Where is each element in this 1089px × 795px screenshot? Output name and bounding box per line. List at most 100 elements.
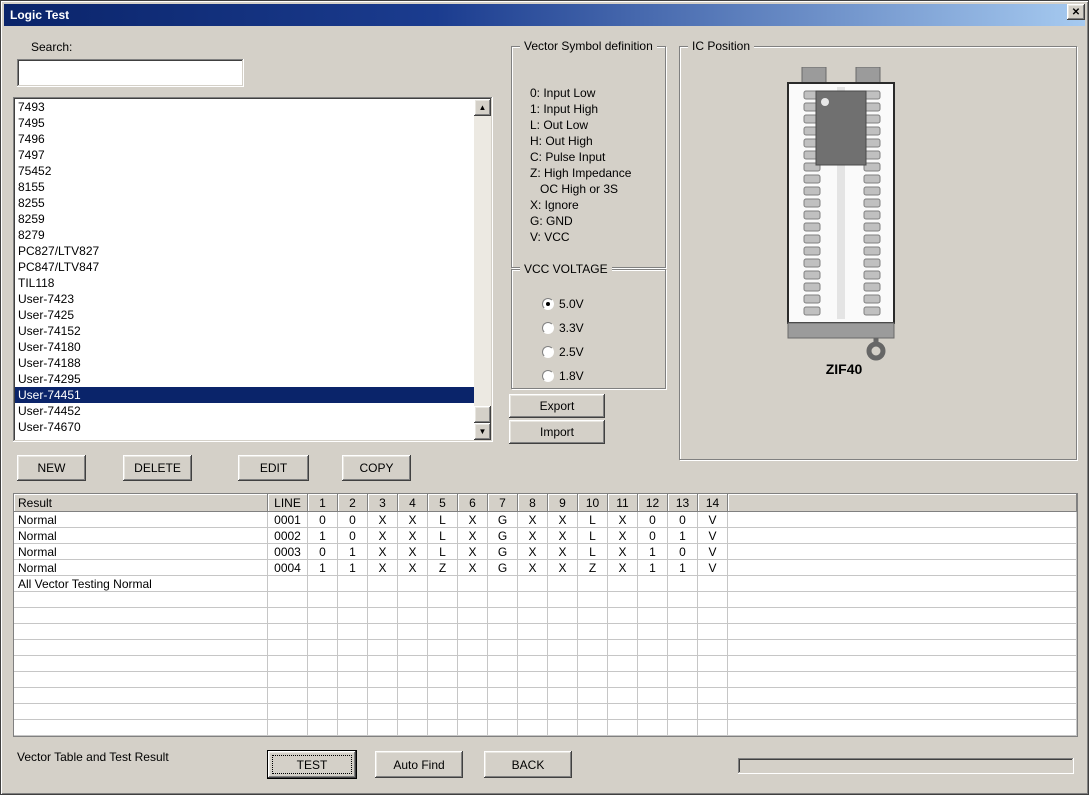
table-empty-row[interactable] [14, 672, 1077, 688]
vector-symbol-groupbox: Vector Symbol definition 0: Input Low1: … [511, 46, 666, 268]
scroll-down-button[interactable]: ▼ [474, 423, 491, 440]
table-header-cell[interactable]: 4 [398, 494, 428, 512]
table-header-cell[interactable]: 3 [368, 494, 398, 512]
table-cell: L [428, 528, 458, 544]
table-empty-row[interactable] [14, 720, 1077, 736]
table-header-cell[interactable]: Result [14, 494, 268, 512]
radio-icon[interactable] [542, 346, 554, 358]
list-item[interactable]: 8155 [15, 179, 474, 195]
table-header-cell[interactable]: LINE [268, 494, 308, 512]
table-header-cell[interactable]: 14 [698, 494, 728, 512]
table-header-cell[interactable]: 9 [548, 494, 578, 512]
table-cell [428, 688, 458, 704]
list-item[interactable]: PC847/LTV847 [15, 259, 474, 275]
table-cell [608, 656, 638, 672]
table-empty-row[interactable] [14, 640, 1077, 656]
list-item[interactable]: User-74152 [15, 323, 474, 339]
table-empty-row[interactable] [14, 656, 1077, 672]
radio-icon[interactable] [542, 370, 554, 382]
table-header-cell[interactable]: 1 [308, 494, 338, 512]
auto-find-button[interactable]: Auto Find [375, 751, 463, 778]
list-item[interactable]: User-74451 [15, 387, 474, 403]
list-item[interactable]: User-74670 [15, 419, 474, 435]
radio-icon[interactable] [542, 322, 554, 334]
table-row[interactable]: Normal000411XXZXGXXZX11V [14, 560, 1077, 576]
list-item[interactable]: TIL118 [15, 275, 474, 291]
import-button[interactable]: Import [509, 420, 605, 444]
list-item[interactable]: User-7425 [15, 307, 474, 323]
table-header-cell[interactable]: 11 [608, 494, 638, 512]
table-header-cell[interactable]: 5 [428, 494, 458, 512]
table-row[interactable]: Normal000210XXLXGXXLX01V [14, 528, 1077, 544]
device-list-scrollbar[interactable]: ▲ ▼ [474, 99, 491, 440]
table-cell [308, 672, 338, 688]
vcc-option[interactable]: 1.8V [542, 364, 661, 388]
list-item[interactable]: User-74452 [15, 403, 474, 419]
vector-symbol-title: Vector Symbol definition [520, 39, 657, 53]
scroll-up-button[interactable]: ▲ [474, 99, 491, 116]
list-item[interactable]: 7497 [15, 147, 474, 163]
table-empty-row[interactable] [14, 704, 1077, 720]
table-cell [398, 640, 428, 656]
table-row[interactable]: Normal000301XXLXGXXLX10V [14, 544, 1077, 560]
table-empty-row[interactable] [14, 608, 1077, 624]
vcc-option-label: 2.5V [559, 345, 584, 359]
table-cell [638, 624, 668, 640]
table-cell: 0 [338, 512, 368, 528]
list-item[interactable]: User-74188 [15, 355, 474, 371]
list-item[interactable]: 8259 [15, 211, 474, 227]
list-item[interactable]: 7495 [15, 115, 474, 131]
list-item[interactable]: 8279 [15, 227, 474, 243]
scrollbar-thumb[interactable] [474, 406, 491, 423]
table-header-cell[interactable]: 13 [668, 494, 698, 512]
list-item[interactable]: PC827/LTV827 [15, 243, 474, 259]
table-header-cell[interactable]: 12 [638, 494, 668, 512]
delete-button[interactable]: DELETE [123, 455, 192, 481]
table-empty-row[interactable] [14, 624, 1077, 640]
table-row[interactable]: Normal000100XXLXGXXLX00V [14, 512, 1077, 528]
table-cell: 1 [308, 560, 338, 576]
list-item[interactable]: User-74180 [15, 339, 474, 355]
radio-icon[interactable] [542, 298, 554, 310]
table-cell [14, 608, 268, 624]
table-cell [638, 656, 668, 672]
table-empty-row[interactable] [14, 592, 1077, 608]
table-cell [578, 672, 608, 688]
list-item[interactable]: User-7423 [15, 291, 474, 307]
list-item[interactable]: User-74295 [15, 371, 474, 387]
table-cell [428, 720, 458, 736]
back-button[interactable]: BACK [484, 751, 572, 778]
table-empty-row[interactable] [14, 688, 1077, 704]
test-button[interactable]: TEST [268, 751, 356, 778]
table-header-cell[interactable]: 2 [338, 494, 368, 512]
table-cell: G [488, 528, 518, 544]
close-button[interactable]: ✕ [1067, 4, 1085, 20]
vcc-option[interactable]: 3.3V [542, 316, 661, 340]
table-cell [308, 608, 338, 624]
vcc-option[interactable]: 5.0V [542, 292, 661, 316]
search-input[interactable] [17, 59, 244, 87]
vcc-option-label: 1.8V [559, 369, 584, 383]
table-cell [398, 720, 428, 736]
table-header-cell[interactable]: 8 [518, 494, 548, 512]
table-header-cell[interactable]: 10 [578, 494, 608, 512]
table-cell [608, 688, 638, 704]
table-header-cell[interactable]: 7 [488, 494, 518, 512]
table-summary-row[interactable]: All Vector Testing Normal [14, 576, 1077, 592]
table-cell [668, 608, 698, 624]
vcc-option[interactable]: 2.5V [542, 340, 661, 364]
table-cell [338, 656, 368, 672]
table-header-cell[interactable]: 6 [458, 494, 488, 512]
scroll-down-icon: ▼ [479, 427, 487, 436]
table-cell: X [368, 512, 398, 528]
edit-button[interactable]: EDIT [238, 455, 309, 481]
copy-button[interactable]: COPY [342, 455, 411, 481]
list-item[interactable]: 75452 [15, 163, 474, 179]
export-button[interactable]: Export [509, 394, 605, 418]
table-cell: X [608, 528, 638, 544]
new-button[interactable]: NEW [17, 455, 86, 481]
vcc-voltage-groupbox: VCC VOLTAGE 5.0V3.3V2.5V1.8V [511, 269, 666, 389]
list-item[interactable]: 7493 [15, 99, 474, 115]
list-item[interactable]: 7496 [15, 131, 474, 147]
list-item[interactable]: 8255 [15, 195, 474, 211]
